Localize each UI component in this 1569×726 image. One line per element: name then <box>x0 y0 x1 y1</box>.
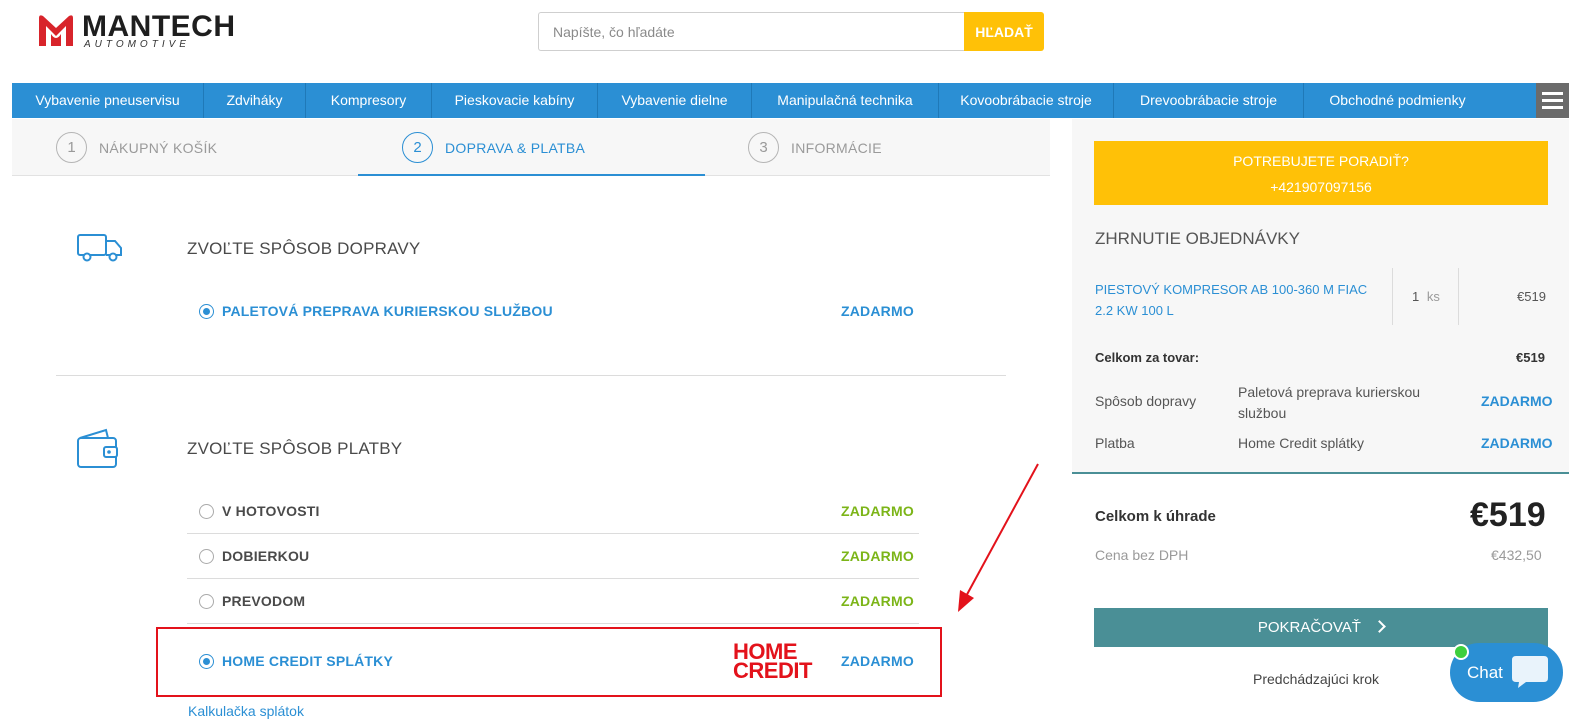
shipping-method-value-line1: Paletová preprava kurierskou <box>1238 384 1421 400</box>
payment-option-price: ZADARMO <box>841 503 914 519</box>
step-number: 1 <box>56 132 87 163</box>
brand-logo-icon[interactable] <box>36 12 76 48</box>
shipping-method-price: ZADARMO <box>1481 393 1553 409</box>
payment-radio-transfer[interactable] <box>199 594 214 609</box>
shipping-method-value: Paletová preprava kurierskou službou <box>1238 382 1420 424</box>
highlight-box <box>156 627 942 697</box>
nav-item-zdvihaky[interactable]: Zdviháky <box>204 83 306 118</box>
product-price: €519 <box>1517 289 1546 304</box>
nav-item-pieskovacie-kabiny[interactable]: Pieskovacie kabíny <box>432 83 598 118</box>
hamburger-menu-icon[interactable] <box>1536 83 1569 118</box>
summary-title: ZHRNUTIE OBJEDNÁVKY <box>1095 229 1300 248</box>
chat-widget[interactable]: Chat <box>1450 643 1563 702</box>
row-divider <box>187 623 919 624</box>
net-price-value: €432,50 <box>1491 547 1542 563</box>
payment-option-price: ZADARMO <box>841 593 914 609</box>
checkout-steps: 1 NÁKUPNÝ KOŠÍK 2 DOPRAVA & PLATBA 3 INF… <box>12 119 1050 176</box>
row-divider <box>187 533 919 534</box>
product-name-line2: 2.2 KW 100 L <box>1095 303 1174 318</box>
shipping-option-label[interactable]: PALETOVÁ PREPRAVA KURIERSKOU SLUŽBOU <box>222 303 553 319</box>
previous-step-link[interactable]: Predchádzajúci krok <box>1253 671 1379 687</box>
goods-total-label: Celkom za tovar: <box>1095 350 1200 365</box>
wallet-icon <box>77 428 118 468</box>
online-status-dot <box>1453 644 1469 660</box>
column-divider <box>1458 268 1459 325</box>
nav-item-vybavenie-dielne[interactable]: Vybavenie dielne <box>598 83 752 118</box>
nav-item-drevoobrabacie-stroje[interactable]: Drevoobrábacie stroje <box>1114 83 1304 118</box>
goods-total-value: €519 <box>1516 350 1545 365</box>
brand-tagline: AUTOMOTIVE <box>84 39 190 50</box>
step-information[interactable]: 3 INFORMÁCIE <box>748 119 882 176</box>
step-number: 3 <box>748 132 779 163</box>
payment-radio-cash[interactable] <box>199 504 214 519</box>
total-label: Celkom k úhrade <box>1095 508 1216 525</box>
total-value: €519 <box>1470 496 1546 534</box>
step-label: NÁKUPNÝ KOŠÍK <box>99 139 218 156</box>
step-label: INFORMÁCIE <box>791 139 882 156</box>
nav-item-obchodne-podmienky[interactable]: Obchodné podmienky <box>1304 83 1491 118</box>
row-divider <box>187 578 919 579</box>
nav-item-kompresory[interactable]: Kompresory <box>306 83 432 118</box>
continue-button[interactable]: POKRAČOVAŤ <box>1094 608 1548 647</box>
payment-method-value: Home Credit splátky <box>1238 435 1365 451</box>
shipping-method-label: Spôsob dopravy <box>1095 393 1197 409</box>
nav-item-manipulacna-technika[interactable]: Manipulačná technika <box>752 83 939 118</box>
shipping-option-price: ZADARMO <box>841 303 914 319</box>
payment-option-price: ZADARMO <box>841 548 914 564</box>
help-title: POTREBUJETE PORADIŤ? <box>1233 153 1409 169</box>
summary-product-name[interactable]: PIESTOVÝ KOMPRESOR AB 100-360 M FIAC 2.2… <box>1095 279 1367 321</box>
product-qty: 1 ks <box>1412 289 1440 304</box>
net-price-label: Cena bez DPH <box>1095 547 1189 563</box>
payment-method-label: Platba <box>1095 435 1135 451</box>
shipping-radio-paletova[interactable] <box>199 304 214 319</box>
shipping-section-title: ZVOĽTE SPÔSOB DOPRAVY <box>187 239 421 258</box>
payment-section-title: ZVOĽTE SPÔSOB PLATBY <box>187 439 403 458</box>
chevron-right-icon <box>1373 620 1386 633</box>
payment-radio-cod[interactable] <box>199 549 214 564</box>
shipping-method-value-line2: službou <box>1238 405 1287 421</box>
payment-option-label[interactable]: DOBIERKOU <box>222 548 309 564</box>
installment-calculator-link[interactable]: Kalkulačka splátok <box>188 703 304 719</box>
step-shipping-payment[interactable]: 2 DOPRAVA & PLATBA <box>402 119 585 176</box>
help-contact-box[interactable]: POTREBUJETE PORADIŤ? +421907097156 <box>1094 141 1548 205</box>
payment-option-label[interactable]: PREVODOM <box>222 593 305 609</box>
help-phone[interactable]: +421907097156 <box>1094 174 1548 200</box>
main-nav: Vybavenie pneuservisu Zdviháky Kompresor… <box>12 83 1569 118</box>
product-qty-unit: ks <box>1426 289 1440 304</box>
nav-item-pneuservis[interactable]: Vybavenie pneuservisu <box>12 83 204 118</box>
step-number: 2 <box>402 132 433 163</box>
annotation-arrow-icon <box>958 463 1039 612</box>
step-label: DOPRAVA & PLATBA <box>445 139 586 156</box>
search-button[interactable]: HĽADAŤ <box>964 12 1044 51</box>
chat-label: Chat <box>1467 663 1503 682</box>
payment-method-price: ZADARMO <box>1481 435 1553 451</box>
product-qty-value: 1 <box>1412 289 1420 304</box>
column-divider <box>1392 268 1393 325</box>
nav-item-kovoobrabacie-stroje[interactable]: Kovoobrábacie stroje <box>939 83 1114 118</box>
search-input[interactable] <box>538 12 966 51</box>
continue-label: POKRAČOVAŤ <box>1257 619 1361 636</box>
truck-icon <box>77 234 122 262</box>
step-cart[interactable]: 1 NÁKUPNÝ KOŠÍK <box>56 119 217 176</box>
chat-bubble-icon <box>1512 656 1548 688</box>
payment-option-label[interactable]: V HOTOVOSTI <box>222 503 320 519</box>
section-divider <box>56 375 1006 376</box>
product-name-line1: PIESTOVÝ KOMPRESOR AB 100-360 M FIAC <box>1095 282 1368 297</box>
